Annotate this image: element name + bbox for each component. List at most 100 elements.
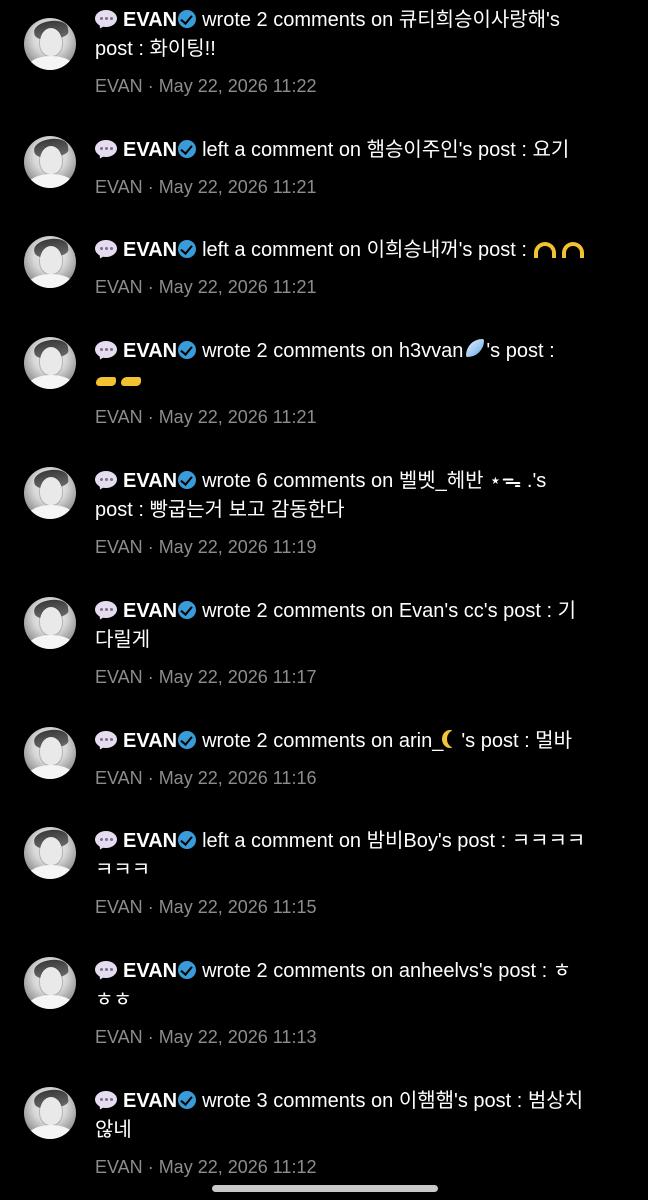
notification-text: wrote 2 comments on h3vvan: [202, 340, 464, 362]
notification-meta: EVAN · May 22, 2026 11:16: [95, 766, 625, 790]
speech-bubble-icon: [95, 961, 117, 982]
notification-text: wrote 6 comments on 벨벳_헤반 ⋆ᯓ .'s: [202, 470, 547, 492]
home-indicator-bar[interactable]: [212, 1185, 438, 1192]
notification-meta: EVAN · May 22, 2026 11:17: [95, 665, 625, 689]
timestamp: May 22, 2026 11:15: [158, 897, 317, 917]
notification-text: wrote 3 comments on 이햄햄's post : 범상치: [202, 1090, 584, 1112]
notification-post-text: 다릴게: [95, 629, 151, 651]
notification-meta: EVAN · May 22, 2026 11:12: [95, 1155, 625, 1179]
meta-separator: ·: [147, 407, 154, 427]
pointing-hand-emoji-icon: [95, 374, 119, 388]
timestamp: May 22, 2026 11:21: [158, 277, 317, 297]
timestamp: May 22, 2026 11:12: [158, 1157, 317, 1177]
notification-meta: EVAN · May 22, 2026 11:13: [95, 1025, 625, 1049]
verified-badge-icon: [178, 240, 197, 258]
username[interactable]: EVAN: [123, 730, 177, 752]
meta-user: EVAN: [95, 897, 143, 917]
verified-badge-icon: [178, 10, 197, 28]
notification-text: wrote 2 comments on anheelvs's post : ㅎ: [202, 960, 572, 982]
verified-badge-icon: [178, 731, 197, 749]
avatar[interactable]: [24, 337, 76, 389]
username[interactable]: EVAN: [123, 960, 177, 982]
verified-badge-icon: [178, 140, 197, 158]
username[interactable]: EVAN: [123, 239, 177, 261]
timestamp: May 22, 2026 11:16: [158, 768, 317, 788]
avatar[interactable]: [24, 18, 76, 70]
notification-post-text: 않네: [95, 1119, 132, 1141]
notification-text: left a comment on 이희승내꺼's post :: [202, 239, 527, 261]
speech-bubble-icon: [95, 601, 117, 622]
timestamp: May 22, 2026 11:22: [158, 76, 317, 96]
notification-text: left a comment on 밤비Boy's post : ㅋㅋㅋㅋ: [202, 830, 586, 852]
avatar[interactable]: [24, 467, 76, 519]
meta-user: EVAN: [95, 537, 143, 557]
timestamp: May 22, 2026 11:21: [158, 407, 317, 427]
meta-separator: ·: [147, 537, 154, 557]
timestamp: May 22, 2026 11:17: [158, 667, 317, 687]
notification-meta: EVAN · May 22, 2026 11:21: [95, 275, 625, 299]
heart-hands-emoji-icon: [532, 240, 558, 258]
verified-badge-icon: [178, 831, 197, 849]
notification-post-text: ㅎㅎ: [95, 989, 132, 1011]
notification-meta: EVAN · May 22, 2026 11:15: [95, 895, 625, 919]
meta-separator: ·: [147, 277, 154, 297]
username[interactable]: EVAN: [123, 9, 177, 31]
notification-text: wrote 2 comments on Evan's cc's post : 기: [202, 600, 577, 622]
notification-text: left a comment on 햄승이주인's post : 요기: [202, 139, 570, 161]
speech-bubble-icon: [95, 140, 117, 161]
moon-emoji-icon: [443, 729, 461, 749]
verified-badge-icon: [178, 961, 197, 979]
meta-user: EVAN: [95, 1157, 143, 1177]
wing-emoji-icon: [464, 337, 486, 359]
timestamp: May 22, 2026 11:19: [158, 537, 317, 557]
username[interactable]: EVAN: [123, 600, 177, 622]
verified-badge-icon: [178, 601, 197, 619]
speech-bubble-icon: [95, 10, 117, 31]
meta-user: EVAN: [95, 177, 143, 197]
meta-user: EVAN: [95, 667, 143, 687]
notification-text-suffix: 's post :: [486, 340, 555, 362]
avatar[interactable]: [24, 827, 76, 879]
notification-post-text: post : 화이팅!!: [95, 38, 216, 60]
meta-separator: ·: [147, 897, 154, 917]
verified-badge-icon: [178, 341, 197, 359]
avatar[interactable]: [24, 1087, 76, 1139]
notification-meta: EVAN · May 22, 2026 11:21: [95, 405, 625, 429]
speech-bubble-icon: [95, 1091, 117, 1112]
username[interactable]: EVAN: [123, 830, 177, 852]
speech-bubble-icon: [95, 240, 117, 261]
notification-text-suffix: 's post : 멀바: [461, 730, 572, 752]
avatar[interactable]: [24, 236, 76, 288]
verified-badge-icon: [178, 471, 197, 489]
speech-bubble-icon: [95, 731, 117, 752]
notification-meta: EVAN · May 22, 2026 11:22: [95, 74, 625, 98]
meta-user: EVAN: [95, 76, 143, 96]
speech-bubble-icon: [95, 831, 117, 852]
username[interactable]: EVAN: [123, 1090, 177, 1112]
heart-hands-emoji-icon: [560, 240, 586, 258]
notification-text: wrote 2 comments on arin_: [202, 730, 444, 752]
avatar[interactable]: [24, 957, 76, 1009]
avatar[interactable]: [24, 597, 76, 649]
meta-user: EVAN: [95, 768, 143, 788]
notification-post-text: ㅋㅋㅋ: [95, 859, 151, 881]
meta-user: EVAN: [95, 1027, 143, 1047]
meta-separator: ·: [147, 76, 154, 96]
avatar[interactable]: [24, 136, 76, 188]
notification-post-text: post : 빵굽는거 보고 감동한다: [95, 499, 345, 521]
meta-separator: ·: [147, 177, 154, 197]
meta-separator: ·: [147, 1157, 154, 1177]
notification-meta: EVAN · May 22, 2026 11:19: [95, 535, 625, 559]
verified-badge-icon: [178, 1091, 197, 1109]
notification-text: wrote 2 comments on 큐티희승이사랑해's: [202, 9, 560, 31]
meta-separator: ·: [147, 768, 154, 788]
timestamp: May 22, 2026 11:13: [158, 1027, 317, 1047]
pointing-hand-emoji-icon: [120, 374, 144, 388]
username[interactable]: EVAN: [123, 470, 177, 492]
meta-user: EVAN: [95, 407, 143, 427]
speech-bubble-icon: [95, 341, 117, 362]
avatar[interactable]: [24, 727, 76, 779]
username[interactable]: EVAN: [123, 139, 177, 161]
username[interactable]: EVAN: [123, 340, 177, 362]
meta-separator: ·: [147, 667, 154, 687]
